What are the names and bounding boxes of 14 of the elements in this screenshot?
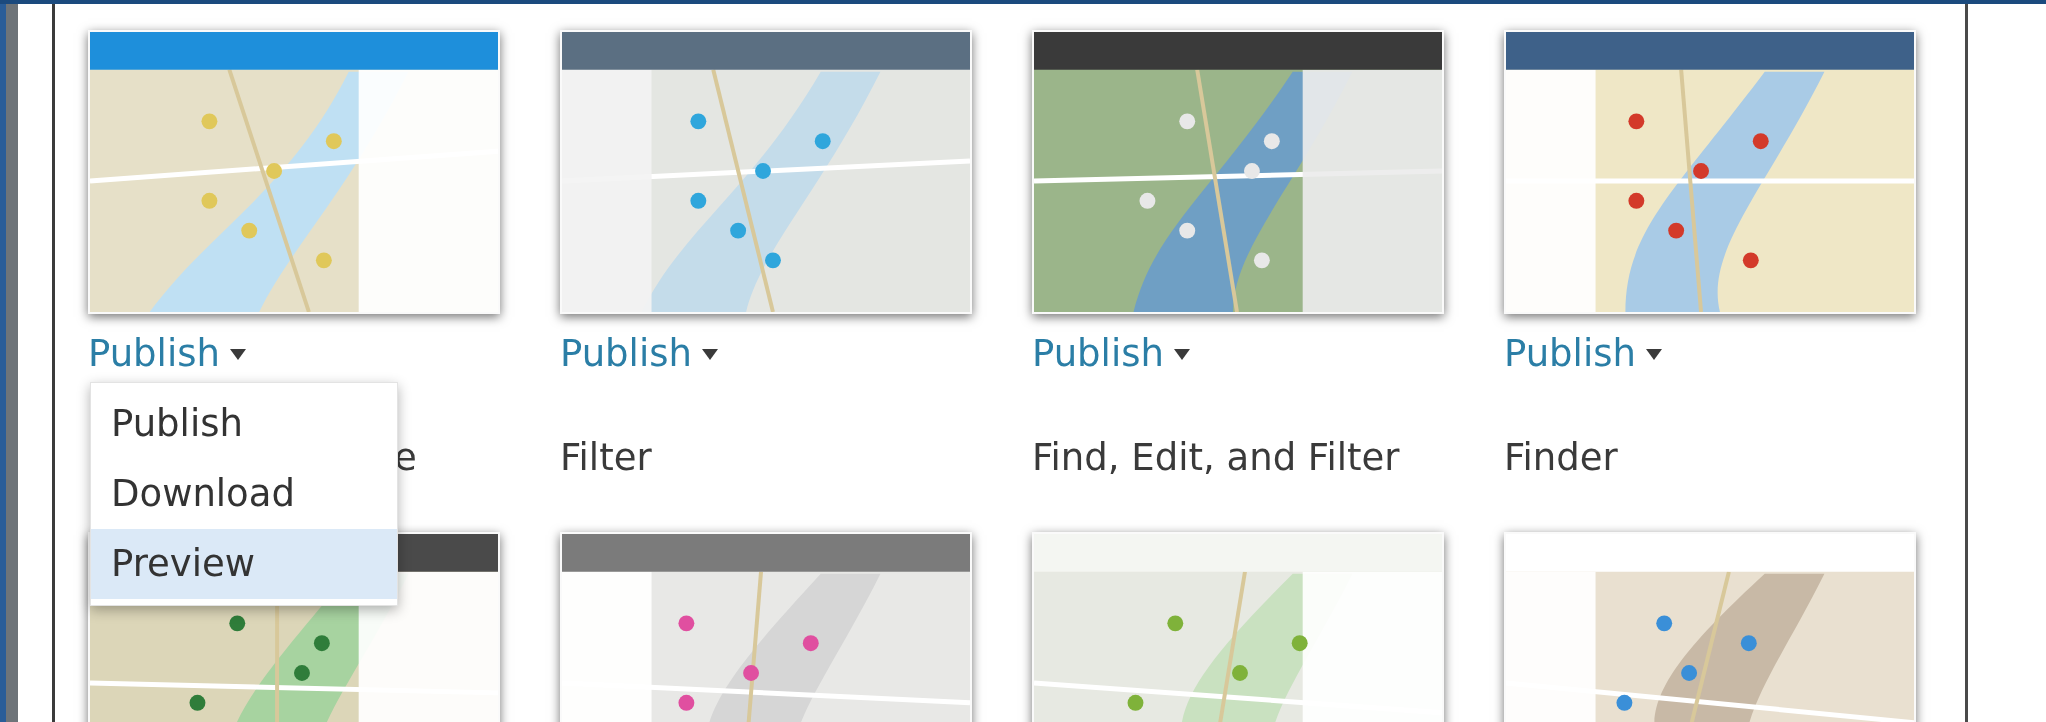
caret-icon [1645,348,1662,360]
menu-item[interactable]: Download [91,459,397,529]
publish-dropdown[interactable]: Publish [1032,330,1190,378]
caret-icon [1173,348,1190,360]
publish-dropdown[interactable]: Publish [1504,330,1662,378]
caret-icon [229,348,246,360]
app-title: Filter [560,436,652,479]
app-title: Find, Edit, and Filter [1032,436,1400,479]
menu-item[interactable]: Preview [91,529,397,599]
menu-item[interactable]: Publish [91,389,397,459]
caret-icon [701,348,718,360]
publish-dropdown[interactable]: Publish [560,330,718,378]
publish-dropdown[interactable]: Publish [88,330,246,378]
app-title: Finder [1504,436,1618,479]
